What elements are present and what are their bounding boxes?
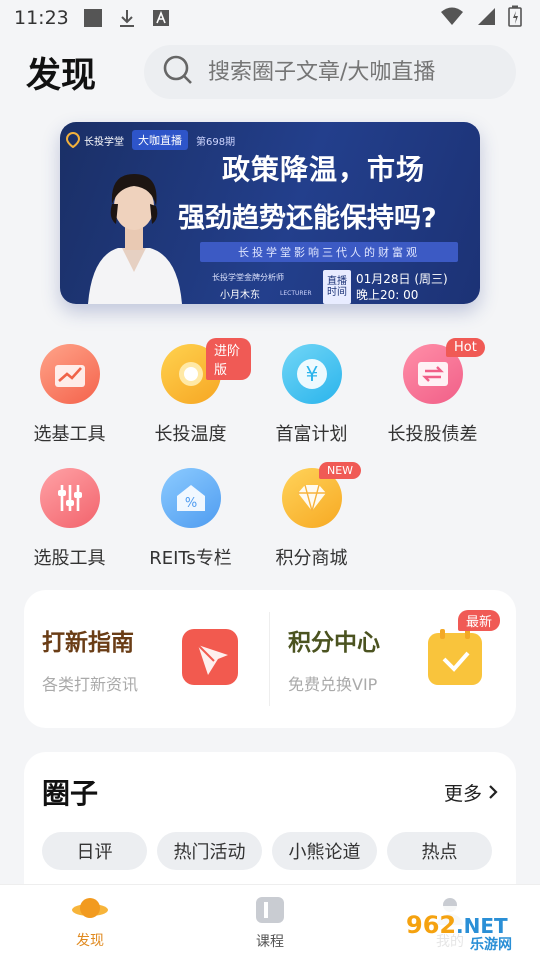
banner-lecturer-label: LECTURER <box>280 290 312 297</box>
tool-badge: NEW <box>319 462 362 479</box>
status-bar: 11:23 <box>0 0 540 36</box>
chart-up-icon <box>39 344 100 404</box>
banner-live-badge: 大咖直播 <box>132 130 188 150</box>
more-label: 更多 <box>443 782 482 805</box>
signal-icon <box>476 6 496 31</box>
tool-richest-plan[interactable]: ¥ 首富计划 <box>251 344 372 446</box>
tab-discover[interactable]: 发现 <box>30 896 150 950</box>
points-center-entry[interactable]: 积分中心 免费兑换VIP 最新 <box>270 590 516 728</box>
banner-speaker-name: 小月木东 <box>220 290 260 301</box>
brand-logo-icon <box>66 132 80 148</box>
highlight-title: 打新指南 <box>42 630 134 656</box>
tool-label: 首富计划 <box>275 424 348 445</box>
search-bar[interactable] <box>144 45 516 99</box>
banner-brand: 长投学堂 <box>66 132 124 148</box>
header: 发现 <box>0 36 540 108</box>
tool-badge: 进阶版 <box>206 338 251 380</box>
tool-label: REITs专栏 <box>149 548 232 569</box>
watermark-number: 962 <box>406 911 456 939</box>
tab-courses[interactable]: 课程 <box>210 895 330 951</box>
tab-label: 课程 <box>256 933 284 950</box>
banner-subtitle: 长投学堂影响三代人的财富观 <box>200 242 458 262</box>
yen-icon: ¥ <box>281 344 342 404</box>
tool-label: 积分商城 <box>275 548 348 569</box>
compass-icon <box>180 627 240 691</box>
sliders-icon <box>39 468 100 528</box>
tool-fund-selector[interactable]: 选基工具 <box>9 344 130 446</box>
banner-date: 01月28日 (周三) <box>356 272 448 286</box>
search-icon <box>162 54 194 90</box>
battery-icon <box>508 5 522 32</box>
wifi-icon <box>440 6 464 31</box>
banner-headline-1: 政策降温，市场 <box>222 153 426 186</box>
highlight-subtitle: 各类打新资讯 <box>42 675 139 694</box>
banner-time: 晚上20: 00 <box>356 288 419 302</box>
tool-label: 选基工具 <box>33 424 106 445</box>
notification-square-icon <box>83 8 103 28</box>
watermark-domain: .NET <box>456 914 508 938</box>
tool-label: 长投温度 <box>154 424 227 445</box>
search-input[interactable] <box>208 59 498 85</box>
tag-hot-topics[interactable]: 热点 <box>387 832 492 870</box>
tab-label: 发现 <box>76 932 104 949</box>
highlight-badge: 最新 <box>457 610 500 631</box>
highlights-card: 打新指南 各类打新资讯 积分中心 免费兑换VIP 最新 <box>24 590 516 728</box>
tag-hot-events[interactable]: 热门活动 <box>157 832 262 870</box>
site-watermark-logo: 962 .NET 乐游网 <box>400 906 534 953</box>
section-title: 圈子 <box>42 777 99 810</box>
tool-label: 长投股债差 <box>387 424 478 445</box>
ipo-guide-entry[interactable]: 打新指南 各类打新资讯 <box>24 590 270 728</box>
tag-daily-review[interactable]: 日评 <box>42 832 147 870</box>
tool-stock-bond-spread[interactable]: Hot 长投股债差 <box>372 338 493 446</box>
percent-house-icon: % <box>160 468 221 528</box>
tool-label: 选股工具 <box>33 548 106 569</box>
banner-brand-text: 长投学堂 <box>84 136 124 148</box>
page-title: 发现 <box>26 55 97 96</box>
banner-topbar: 长投学堂 大咖直播 第698期 <box>66 130 235 150</box>
banner-headline-2: 强劲趋势还能保持吗? <box>178 203 437 234</box>
banner-time-label: 直播时间 <box>323 270 351 304</box>
tag-bear-forum[interactable]: 小熊论道 <box>272 832 377 870</box>
svg-text:¥: ¥ <box>305 362 318 386</box>
tool-badge: Hot <box>446 338 485 357</box>
speaker-photo <box>88 174 182 304</box>
tools-grid: 选基工具 进阶版 长投温度 ¥ 首富计划 Hot 长投股债差 选股工具 % RE… <box>0 338 540 570</box>
tool-points-mall[interactable]: NEW 积分商城 <box>251 462 372 570</box>
circle-header: 圈子 更多 <box>42 772 498 812</box>
chevron-right-icon <box>489 785 498 799</box>
banner-analyst-title: 长投学堂金牌分析师 <box>212 273 284 282</box>
live-banner[interactable]: 长投学堂 大咖直播 第698期 政策降温，市场 强劲趋势还能保持吗? 长投学堂影… <box>60 122 480 304</box>
tool-stock-selector[interactable]: 选股工具 <box>9 468 130 570</box>
planet-icon <box>72 897 108 918</box>
book-icon <box>256 896 284 923</box>
status-time: 11:23 <box>14 7 69 29</box>
circle-tags: 日评 热门活动 小熊论道 热点 <box>42 832 498 870</box>
app-a-icon <box>151 8 171 28</box>
download-icon <box>117 8 137 28</box>
more-link[interactable]: 更多 <box>444 779 498 806</box>
tool-temperature[interactable]: 进阶版 长投温度 <box>130 338 251 446</box>
tool-reits[interactable]: % REITs专栏 <box>130 468 251 570</box>
svg-text:%: % <box>184 496 196 511</box>
watermark-sitename: 乐游网 <box>470 936 512 953</box>
calendar-check-icon <box>426 627 486 691</box>
highlight-title: 积分中心 <box>288 630 380 656</box>
banner-episode: 第698期 <box>196 136 236 148</box>
highlight-subtitle: 免费兑换VIP <box>288 675 378 694</box>
